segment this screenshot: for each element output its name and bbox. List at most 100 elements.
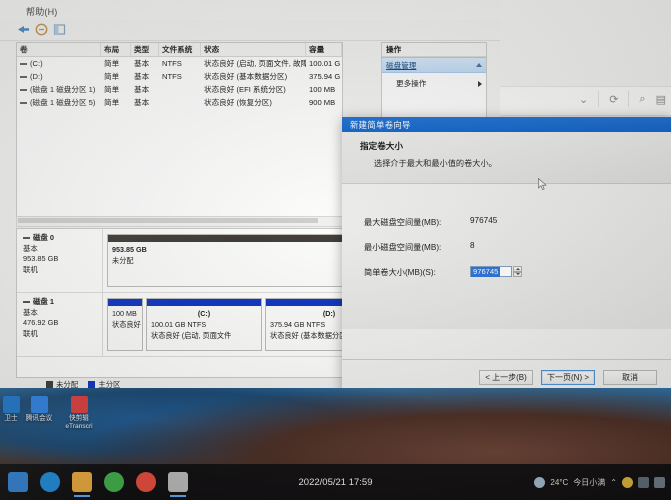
column-header-capacity[interactable]: 容量 [306, 43, 342, 56]
back-button[interactable]: < 上一步(B) [479, 370, 533, 385]
partition-status: 状态良好 (启动, 页面文件 [151, 330, 232, 340]
start-button[interactable] [8, 472, 28, 492]
weather-temperature[interactable]: 24°C [550, 478, 568, 487]
next-button[interactable]: 下一页(N) > [541, 370, 595, 385]
cancel-button[interactable]: 取消 [603, 370, 657, 385]
disk-status: 联机 [23, 265, 38, 275]
actions-item-label: 磁盘管理 [386, 60, 417, 70]
chevron-down-icon[interactable]: ⌄ [579, 93, 588, 106]
disk-bar-icon [23, 301, 30, 304]
field-label: 简单卷大小(MB)(S): [364, 268, 436, 277]
window-icon[interactable] [52, 22, 67, 37]
cell-status: 状态良好 (恢复分区) [204, 98, 272, 107]
network-icon[interactable] [638, 476, 649, 488]
field-value: 976745 [470, 216, 498, 225]
disk-size: 476.92 GB [23, 318, 59, 328]
column-header-volume[interactable]: 卷 [17, 43, 101, 56]
edge-icon[interactable] [40, 472, 60, 492]
toolbar [0, 20, 500, 41]
field-simple-volume-size: 简单卷大小(MB)(S): 976745 [342, 266, 671, 278]
actions-item-label: 更多操作 [396, 79, 427, 88]
wizard-header: 指定卷大小 选择介于最大和最小值的卷大小。 [342, 132, 671, 184]
cell-layout: 简单 [104, 85, 120, 94]
cell-volume: (磁盘 1 磁盘分区 1) [30, 85, 96, 94]
system-tray: 24°C 今日小满 ⌃ [534, 476, 665, 488]
desktop: 卫士 腾讯会议 快剪辑 eTranscri 2022/05/21 17:59 2… [0, 388, 671, 500]
search-icon[interactable]: ⌕ [639, 93, 645, 106]
legend-swatch-unallocated [46, 381, 53, 388]
chevron-right-icon [478, 80, 482, 87]
print-icon[interactable]: ▤ [656, 93, 666, 106]
scrollbar-thumb[interactable] [18, 218, 318, 223]
explorer-toolbar-icons: ⌄ ⟳ ⌕ ▤ [579, 91, 666, 107]
field-max-disk-space: 最大磁盘空间量(MB): 976745 [342, 216, 671, 228]
mouse-cursor-icon [538, 177, 547, 191]
cell-volume: (C:) [30, 59, 43, 68]
refresh-icon[interactable]: ⟳ [609, 93, 618, 106]
column-header-filesystem[interactable]: 文件系统 [159, 43, 201, 56]
menu-bar: 帮助(H) [0, 0, 500, 20]
divider [598, 91, 600, 107]
monitor-screen: ⌄ ⟳ ⌕ ▤ 帮助(H) 卷 布局 类型 文件系统 状态 容量 (C:) 简单… [0, 0, 671, 500]
stepper-buttons[interactable] [513, 266, 522, 277]
cell-filesystem [159, 96, 201, 109]
partition-efi[interactable]: 100 MB 状态良好 [107, 298, 143, 351]
disk-management-icon[interactable] [168, 472, 188, 497]
chrome-icon[interactable] [136, 472, 156, 492]
disk-size: 953.85 GB [23, 254, 59, 264]
cell-filesystem: NTFS [162, 59, 182, 68]
divider [628, 91, 630, 107]
desktop-icon-2[interactable]: 快剪辑 eTranscri [62, 396, 96, 431]
stepper-down-button[interactable] [513, 271, 522, 277]
actions-pane-title: 操作 [382, 43, 486, 57]
tray-app-icon[interactable] [622, 476, 633, 488]
volume-icon[interactable] [654, 476, 665, 488]
legend-swatch-primary [88, 381, 96, 388]
disk-name: 磁盘 1 [33, 297, 54, 306]
back-arrow-icon[interactable] [16, 22, 31, 37]
cell-status: 状态良好 (启动, 页面文件, 故障转储, 基本数据分区) [204, 59, 306, 68]
properties-icon[interactable] [34, 22, 49, 37]
desktop-icon-1[interactable]: 腾讯会议 [22, 396, 56, 423]
cell-capacity: 100.01 G [309, 59, 341, 68]
volume-size-stepper[interactable]: 976745 [470, 266, 671, 277]
partition-c[interactable]: (C:) 100.01 GB NTFS 状态良好 (启动, 页面文件 [146, 298, 262, 351]
chevron-up-icon[interactable] [476, 63, 482, 67]
meeting-icon [30, 396, 48, 413]
column-header-type[interactable]: 类型 [131, 43, 159, 56]
table-row[interactable]: (磁盘 1 磁盘分区 5) 简单 基本 状态良好 (恢复分区) 900 MB [17, 96, 342, 109]
partition-size: 100.01 GB NTFS [151, 319, 207, 329]
cell-volume: (D:) [30, 72, 43, 81]
video-editor-icon [70, 396, 88, 413]
volume-bar-icon [20, 75, 27, 78]
volume-size-value: 976745 [471, 266, 501, 277]
weather-cloud-icon [534, 476, 546, 488]
disk-bar-icon [23, 237, 30, 240]
menu-item-help[interactable]: 帮助(H) [26, 5, 58, 18]
table-row[interactable]: (磁盘 1 磁盘分区 1) 简单 基本 状态良好 (EFI 系统分区) 100 … [17, 83, 342, 96]
cell-status: 状态良好 (基本数据分区) [204, 72, 288, 81]
partition-status: 状态良好 [112, 319, 141, 329]
table-row[interactable]: (D:) 简单 基本 NTFS 状态良好 (基本数据分区) 375.94 G [17, 70, 342, 83]
column-header-layout[interactable]: 布局 [101, 43, 131, 56]
actions-item-more-actions[interactable]: 更多操作 [382, 76, 486, 91]
actions-item-disk-management[interactable]: 磁盘管理 [382, 57, 486, 73]
volume-size-input[interactable]: 976745 [470, 266, 512, 277]
chevron-up-icon[interactable]: ⌃ [610, 478, 617, 487]
shield-icon [2, 396, 20, 413]
column-header-status[interactable]: 状态 [201, 43, 306, 56]
table-row[interactable]: (C:) 简单 基本 NTFS 状态良好 (启动, 页面文件, 故障转储, 基本… [17, 57, 342, 70]
disk-info: 磁盘 0 基本 953.85 GB 联机 [17, 229, 103, 292]
weather-text[interactable]: 今日小满 [573, 477, 605, 488]
new-simple-volume-wizard[interactable]: 新建简单卷向导 指定卷大小 选择介于最大和最小值的卷大小。 最大磁盘空间量(MB… [342, 117, 671, 395]
field-label: 最小磁盘空间量(MB): [364, 243, 442, 252]
volume-list[interactable]: 卷 布局 类型 文件系统 状态 容量 (C:) 简单 基本 NTFS 状态良好 … [16, 42, 343, 226]
cell-capacity: 900 MB [309, 98, 336, 107]
partition-color-bar [147, 299, 261, 306]
partition-color-bar [108, 299, 142, 306]
wizard-subheading: 选择介于最大和最小值的卷大小。 [374, 159, 497, 168]
app-green-icon[interactable] [104, 472, 124, 492]
file-explorer-icon[interactable] [72, 472, 92, 497]
disk-info: 磁盘 1 基本 476.92 GB 联机 [17, 293, 103, 356]
cell-layout: 简单 [104, 98, 120, 107]
